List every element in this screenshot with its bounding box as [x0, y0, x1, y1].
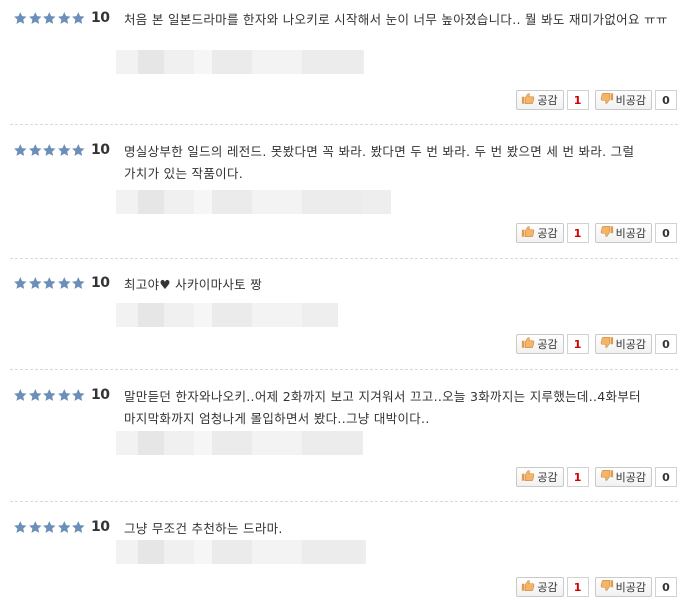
star-icon	[13, 11, 28, 25]
thumbs-down-icon	[600, 225, 616, 241]
star-icon	[42, 520, 57, 534]
star-icon	[13, 388, 28, 402]
star-icon	[57, 520, 72, 534]
dislike-count: 0	[655, 334, 677, 354]
star-icon	[57, 143, 72, 157]
thumbs-up-icon	[521, 336, 537, 352]
like-button[interactable]: 공감	[516, 223, 564, 243]
review-text: 처음 본 일본드라마를 한자와 나오키로 시작해서 눈이 너무 높아졌습니다..…	[124, 12, 668, 27]
like-button[interactable]: 공감	[516, 467, 564, 487]
thumbs-down-icon	[600, 469, 616, 485]
author-meta-blurred	[116, 540, 366, 564]
like-label: 공감	[537, 338, 558, 351]
star-icon	[28, 388, 43, 402]
author-meta-blurred	[116, 431, 363, 455]
star-icon	[28, 11, 43, 25]
star-icon	[71, 520, 86, 534]
review-item: 10 처음 본 일본드라마를 한자와 나오키로 시작해서 눈이 너무 높아졌습니…	[0, 0, 685, 112]
star-rating	[13, 276, 86, 290]
dislike-label: 비공감	[615, 338, 646, 351]
like-count: 1	[566, 334, 589, 354]
star-icon	[42, 143, 57, 157]
like-label: 공감	[537, 227, 558, 240]
dislike-count: 0	[655, 467, 677, 487]
star-rating	[13, 520, 86, 534]
vote-buttons: 공감 1 비공감 0	[516, 223, 677, 243]
review-divider	[10, 124, 678, 125]
dislike-label: 비공감	[615, 94, 646, 107]
review-item: 10 그냥 무조건 추천하는 드라마. 공감 1 비공감 0	[0, 509, 685, 599]
dislike-button[interactable]: 비공감	[594, 467, 652, 487]
rating-score: 10	[91, 387, 110, 403]
star-rating	[13, 388, 86, 402]
star-icon	[57, 276, 72, 290]
vote-buttons: 공감 1 비공감 0	[516, 334, 677, 354]
star-icon	[57, 388, 72, 402]
like-count: 1	[566, 223, 589, 243]
like-label: 공감	[537, 471, 558, 484]
dislike-button[interactable]: 비공감	[594, 223, 652, 243]
star-icon	[28, 276, 43, 290]
star-icon	[71, 143, 86, 157]
vote-buttons: 공감 1 비공감 0	[516, 577, 677, 597]
like-count: 1	[566, 577, 589, 597]
rating-score: 10	[91, 275, 110, 291]
star-icon	[42, 276, 57, 290]
like-button[interactable]: 공감	[516, 90, 564, 110]
like-count: 1	[566, 467, 589, 487]
star-icon	[71, 276, 86, 290]
dislike-label: 비공감	[615, 471, 646, 484]
thumbs-up-icon	[521, 225, 537, 241]
like-label: 공감	[537, 581, 558, 594]
like-button[interactable]: 공감	[516, 577, 564, 597]
star-icon	[42, 11, 57, 25]
dislike-label: 비공감	[615, 581, 646, 594]
review-text: 명실상부한 일드의 레전드. 못봤다면 꼭 봐라. 봤다면 두 번 봐라. 두 …	[124, 144, 635, 181]
star-icon	[28, 143, 43, 157]
rating-score: 10	[91, 10, 110, 26]
thumbs-up-icon	[521, 579, 537, 595]
review-item: 10 최고야♥ 사카이마사토 짱 공감 1 비공감 0	[0, 265, 685, 356]
star-icon	[42, 388, 57, 402]
thumbs-up-icon	[521, 92, 537, 108]
like-count: 1	[566, 90, 589, 110]
review-text: 최고야♥ 사카이마사토 짱	[124, 277, 263, 292]
thumbs-up-icon	[521, 469, 537, 485]
dislike-button[interactable]: 비공감	[594, 334, 652, 354]
review-divider	[10, 369, 678, 370]
author-meta-blurred	[116, 50, 364, 74]
star-icon	[13, 276, 28, 290]
author-meta-blurred	[116, 190, 391, 214]
rating-score: 10	[91, 142, 110, 158]
star-rating	[13, 143, 86, 157]
dislike-count: 0	[655, 223, 677, 243]
dislike-label: 비공감	[615, 227, 646, 240]
star-icon	[13, 143, 28, 157]
review-divider	[10, 258, 678, 259]
star-rating	[13, 11, 86, 25]
star-icon	[28, 520, 43, 534]
star-icon	[57, 11, 72, 25]
author-meta-blurred	[116, 303, 338, 327]
thumbs-down-icon	[600, 92, 616, 108]
star-icon	[13, 520, 28, 534]
dislike-button[interactable]: 비공감	[594, 90, 652, 110]
star-icon	[71, 388, 86, 402]
dislike-button[interactable]: 비공감	[594, 577, 652, 597]
review-item: 10 명실상부한 일드의 레전드. 못봤다면 꼭 봐라. 봤다면 두 번 봐라.…	[0, 132, 685, 245]
review-text: 그냥 무조건 추천하는 드라마.	[124, 521, 283, 536]
dislike-count: 0	[655, 577, 677, 597]
thumbs-down-icon	[600, 579, 616, 595]
thumbs-down-icon	[600, 336, 616, 352]
dislike-count: 0	[655, 90, 677, 110]
like-button[interactable]: 공감	[516, 334, 564, 354]
rating-score: 10	[91, 519, 110, 535]
like-label: 공감	[537, 94, 558, 107]
review-item: 10 말만듣던 한자와나오키..어제 2화까지 보고 지겨워서 끄고..오늘 3…	[0, 377, 685, 489]
star-icon	[71, 11, 86, 25]
review-text: 말만듣던 한자와나오키..어제 2화까지 보고 지겨워서 끄고..오늘 3화까지…	[124, 389, 641, 426]
vote-buttons: 공감 1 비공감 0	[516, 467, 677, 487]
vote-buttons: 공감 1 비공감 0	[516, 90, 677, 110]
review-divider	[10, 501, 678, 502]
